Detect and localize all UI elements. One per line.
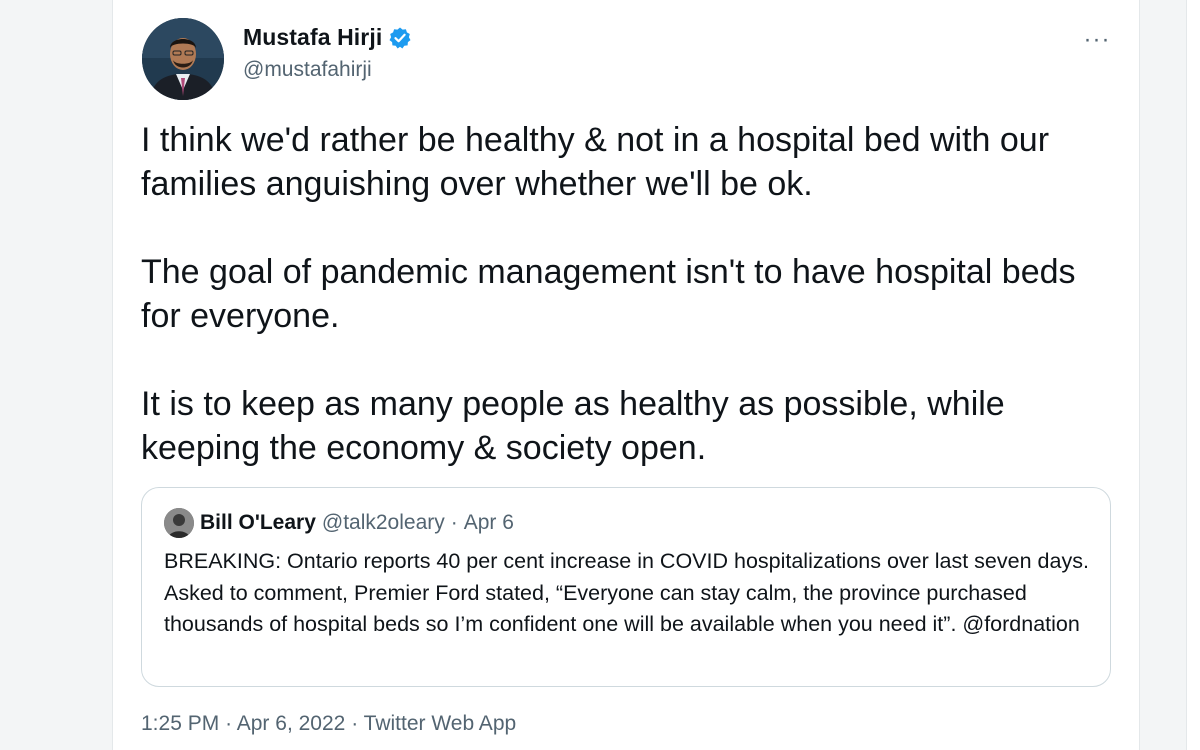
quoted-tweet-text: BREAKING: Ontario reports 40 per cent in…: [164, 549, 1089, 636]
quoted-tweet-header: Bill O'Leary @talk2oleary · Apr 6: [164, 508, 514, 538]
author-handle[interactable]: @mustafahirji: [243, 58, 372, 82]
meta-separator: ·: [351, 712, 359, 735]
tweet-time[interactable]: 1:25 PM: [141, 712, 219, 735]
quoted-tweet-date: Apr 6: [463, 511, 514, 534]
tweet-paragraph: I think we'd rather be healthy & not in …: [141, 121, 1050, 203]
tweet-body: I think we'd rather be healthy & not in …: [141, 118, 1101, 470]
tweet-paragraph: It is to keep as many people as healthy …: [141, 385, 1005, 467]
quoted-avatar-photo-icon: [164, 508, 194, 538]
tweet-date[interactable]: Apr 6, 2022: [237, 712, 346, 735]
tweet-paragraph: The goal of pandemic management isn't to…: [141, 253, 1076, 335]
tweet-source[interactable]: Twitter Web App: [364, 712, 517, 735]
avatar-photo-icon: [142, 18, 224, 100]
author-name-row: Mustafa Hirji: [243, 24, 412, 51]
author-avatar[interactable]: [142, 18, 224, 100]
meta-separator: ·: [225, 712, 233, 735]
quoted-separator: ·: [450, 511, 458, 534]
adjacent-panel-edge: [1186, 0, 1200, 750]
quoted-author-name: Bill O'Leary: [200, 511, 316, 534]
author-display-name[interactable]: Mustafa Hirji: [243, 24, 382, 51]
more-options-icon[interactable]: ···: [1079, 22, 1115, 58]
tweet-card: Mustafa Hirji @mustafahirji ··· I think …: [112, 0, 1140, 750]
quoted-author-avatar: [164, 508, 194, 538]
quoted-author-handle: @talk2oleary: [321, 511, 445, 534]
tweet-meta: 1:25 PM · Apr 6, 2022 · Twitter Web App: [141, 712, 516, 736]
verified-badge-icon: [388, 26, 412, 50]
quoted-tweet-card[interactable]: Bill O'Leary @talk2oleary · Apr 6 BREAKI…: [141, 487, 1111, 687]
